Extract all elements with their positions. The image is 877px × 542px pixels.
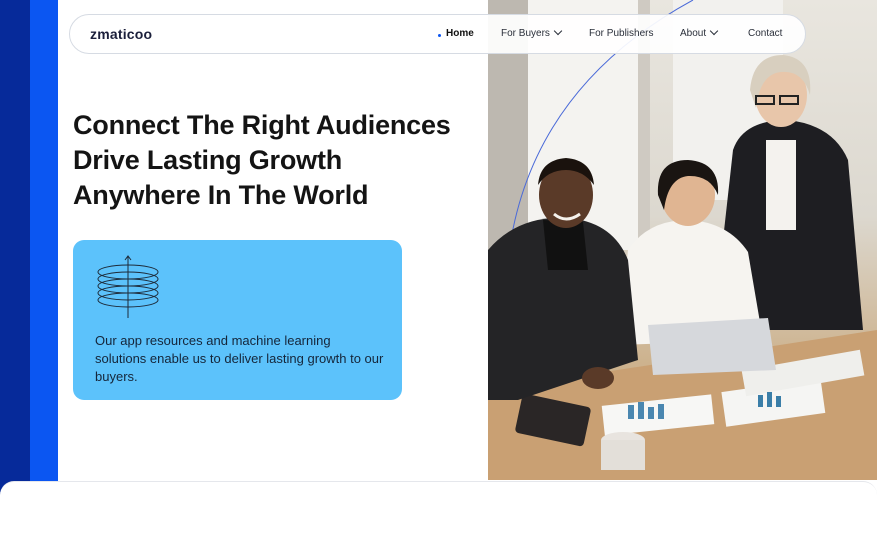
feature-card-text: Our app resources and machine learning s… [95, 333, 384, 384]
headline-line-1: Connect The Right Audiences [73, 110, 451, 140]
nav-for-publishers-link[interactable]: For Publishers [589, 28, 653, 39]
team-meeting-photo-icon [488, 0, 877, 480]
decorative-stripe-bright [30, 0, 58, 528]
zmaticoo-logo[interactable]: zmaticoo [90, 26, 152, 42]
nav-home-link[interactable]: Home [446, 28, 474, 39]
decorative-stripe-dark [0, 0, 30, 528]
nav-about-link[interactable]: About [680, 26, 719, 39]
nav-about-label: About [680, 28, 707, 39]
active-indicator-dot [438, 34, 441, 37]
nav-for-buyers-link[interactable]: For Buyers [501, 26, 563, 39]
nav-for-buyers-label: For Buyers [501, 28, 550, 39]
chevron-down-icon [553, 26, 563, 36]
bottom-section-panel [0, 481, 877, 542]
stacked-rings-icon [97, 255, 159, 318]
top-navigation: zmaticoo Home For Buyers For Publishers … [69, 14, 806, 54]
feature-card: Our app resources and machine learning s… [73, 240, 402, 400]
hero-photo [488, 0, 877, 480]
headline-line-2: Drive Lasting Growth [73, 145, 343, 175]
chevron-down-icon [709, 26, 719, 36]
nav-contact-link[interactable]: Contact [748, 28, 782, 39]
headline-line-3: Anywhere In The World [73, 180, 369, 210]
hero-headline: Connect The Right Audiences Drive Lastin… [73, 108, 483, 213]
